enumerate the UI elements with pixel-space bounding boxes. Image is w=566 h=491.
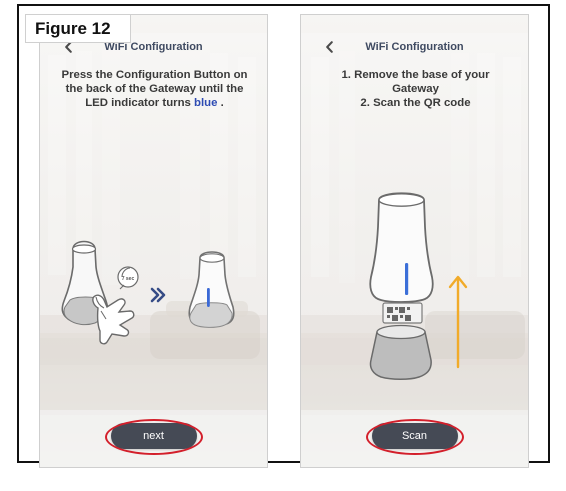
gateway-top-section [369,192,434,303]
double-chevron-right-icon [150,287,166,303]
left-phone-screen: WiFi Configuration Press the Configurati… [39,14,268,468]
next-button[interactable]: next [110,423,197,449]
remove-base-illustration [369,192,468,380]
hand-pointer-icon [92,294,135,345]
gateway-device-right [188,251,235,328]
figure-label: Figure 12 [25,14,131,43]
timer-icon: 7 sec [117,266,139,290]
scan-button[interactable]: Scan [371,423,458,449]
right-phone-screen: WiFi Configuration 1. Remove the base of… [300,14,529,468]
gateway-base [369,324,432,380]
timer-badge-text: 7 sec [122,276,135,282]
qr-code-icon [382,302,423,324]
press-button-illustration: 7 sec [61,240,235,345]
arrow-up-icon [448,275,468,369]
